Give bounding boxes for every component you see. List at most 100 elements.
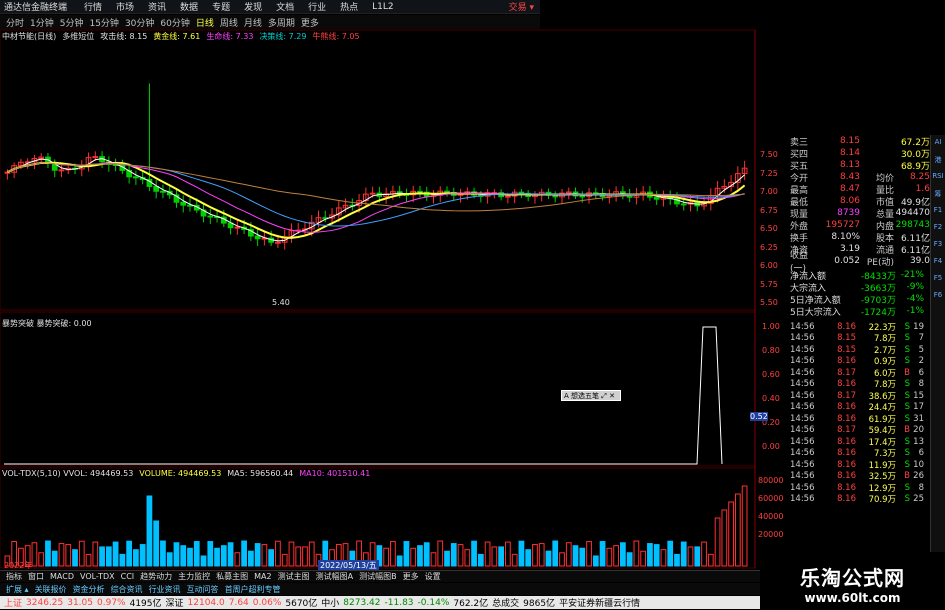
moving-average-line (7, 162, 745, 227)
sidebar-f4-icon[interactable]: F4 (931, 257, 945, 271)
volume-bar (586, 541, 592, 567)
trade-time: 14:56 (790, 356, 815, 367)
volume-bar (633, 540, 640, 567)
sidebar-f5-icon[interactable]: F5 (931, 274, 945, 288)
sh-label[interactable]: 上证 (4, 596, 22, 609)
popup-toolbar[interactable]: A 想选五笔 ⤢ ✕ (561, 390, 621, 401)
quote-value: 8.14 (839, 148, 860, 158)
volume-bar (410, 547, 417, 567)
trade-time: 14:56 (790, 471, 815, 482)
zx-label[interactable]: 中小 (321, 596, 339, 609)
trade-time: 14:56 (790, 333, 815, 344)
extension-tab[interactable]: 资金分析 (73, 584, 105, 595)
trade-volume: 7.8万 (873, 334, 896, 345)
indicator-legend: 中材节能(日线) 多维短位 攻击线: 8.15 黄金线: 7.61 生命线: 7… (2, 31, 360, 42)
candles-group (4, 83, 748, 250)
volume-bar (464, 549, 471, 567)
sidebar-f3-icon[interactable]: F3 (931, 240, 945, 254)
trades-table: 14:56 8.16 22.3万 S 19 14:56 8.15 7.8万 S 7… (790, 321, 930, 506)
axis-tick-label: 1.00 (762, 322, 780, 331)
sidebar-chip-icon[interactable]: 筹 (931, 189, 945, 203)
axis-tick-label: 20000 (758, 530, 784, 539)
sidebar-f2-icon[interactable]: F2 (931, 223, 945, 237)
formula-name[interactable]: 多维短位 (62, 31, 94, 42)
volume-bar (538, 543, 545, 567)
indicator-tab[interactable]: 更多 (403, 571, 419, 582)
trade-volume: 59.4万 (868, 426, 896, 437)
watermark-url: www.60lt.com (804, 591, 901, 605)
indicator-tab[interactable]: 趋势动力 (140, 571, 172, 582)
indicator-tab[interactable]: 窗口 (28, 571, 44, 582)
axis-tick-label: 6.50 (760, 224, 778, 233)
right-sidebar: AI 港 RSI 筹 F1 F2 F3 F4 F5 F6 (930, 135, 945, 580)
trade-row: 14:56 8.16 11.9万 S 10 (790, 459, 930, 471)
extension-tab[interactable]: 关联报价 (35, 584, 67, 595)
indicator-tab[interactable]: MA2 (254, 572, 271, 581)
volume-bar (687, 546, 694, 567)
trade-side: S (904, 436, 910, 447)
quote-value: 0.052 (834, 256, 860, 266)
volume-bar (647, 543, 653, 567)
quote-row: 今开 8.43 均价 8.25 (790, 171, 930, 184)
trade-count: 5 (918, 344, 924, 355)
volume-bar (180, 545, 187, 567)
volume-bar (579, 547, 586, 567)
indicator-tab[interactable]: 私募主图 (216, 571, 248, 582)
sidebar-f6-icon[interactable]: F6 (931, 291, 945, 305)
volume-bar (525, 549, 532, 567)
candlestick-chart[interactable] (0, 0, 790, 570)
extension-tab[interactable]: 扩展 ▴ (6, 584, 29, 595)
volume-bar (396, 555, 403, 567)
indicator-tab[interactable]: 测试幅图A (316, 571, 353, 582)
zx-amount: 762.2亿 (453, 599, 489, 609)
quote-label-2: PE(动) (866, 257, 894, 268)
volume-group (4, 485, 748, 567)
quote-row: 外盘 195727 内盘 298743 (790, 219, 930, 232)
indicator-tab[interactable]: 主力监控 (178, 571, 210, 582)
indicator-tab[interactable]: CCI (121, 572, 135, 581)
volume-bar (491, 546, 498, 567)
volume-bar (741, 485, 748, 567)
trade-price: 8.15 (837, 344, 856, 355)
sz-label[interactable]: 深证 (166, 596, 184, 609)
sidebar-f1-icon[interactable]: F1 (931, 206, 945, 220)
sidebar-ai-icon[interactable]: AI (931, 138, 945, 152)
indicator-tab[interactable]: VOL-TDX (80, 572, 115, 581)
quote-value-2: 494470 (895, 208, 930, 218)
volume-bar (133, 549, 139, 567)
extension-tab[interactable]: 行业资讯 (149, 584, 181, 595)
volume-bar (721, 509, 728, 567)
sidebar-rsi-icon[interactable]: RSI (931, 172, 945, 186)
axis-tick-label: 6.00 (760, 261, 778, 270)
extension-tab[interactable]: 首周户超利专管 (225, 584, 281, 595)
trade-side: S (904, 413, 910, 424)
indicator-tab[interactable]: 测试主图 (278, 571, 310, 582)
extension-tab[interactable]: 互动问答 (187, 584, 219, 595)
indicator-tab[interactable]: 设置 (425, 571, 441, 582)
sz-change: 7.64 (228, 597, 249, 608)
volume-bar (728, 501, 734, 567)
indicator-tab[interactable]: MACD (50, 572, 74, 581)
quote-value: 3.19 (839, 244, 860, 254)
quote-value-2: 298743 (895, 220, 930, 230)
quote-value: 8.47 (839, 184, 860, 194)
flow-percent: -9% (906, 282, 924, 292)
candle-body (444, 190, 450, 193)
trade-count: 6 (918, 367, 924, 378)
quote-value: 8739 (837, 208, 860, 218)
volume-value: VOLUME: 494469.53 (139, 469, 222, 478)
axis-tick-label: 6.25 (760, 242, 778, 252)
trade-count: 31 (913, 413, 924, 424)
candle-body (254, 235, 261, 240)
zx-value: 8273.42 (343, 597, 381, 608)
extension-tab[interactable]: 综合资讯 (111, 584, 143, 595)
trade-time: 14:56 (790, 459, 815, 470)
quote-value-2: 39.0 (909, 256, 930, 266)
volume-bar (85, 553, 92, 567)
indicator-tab[interactable]: 测试幅图B (359, 571, 397, 582)
trade-volume: 6.0万 (873, 368, 896, 379)
indicator-tab[interactable]: 指标 (6, 571, 22, 582)
axis-tick-label: 7.00 (760, 187, 778, 196)
sidebar-hk-icon[interactable]: 港 (931, 155, 945, 169)
trade-row: 14:56 8.16 24.4万 S 17 (790, 402, 930, 413)
